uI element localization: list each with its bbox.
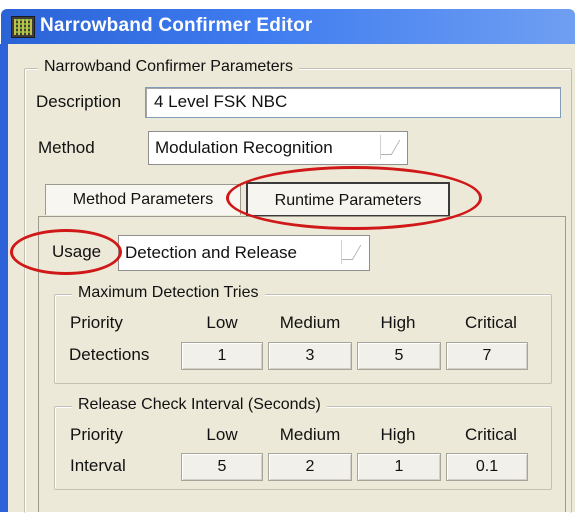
detection-high-value[interactable]: 5 [357, 342, 441, 370]
detection-critical-value[interactable]: 7 [446, 342, 528, 370]
detection-col-low: Low [206, 313, 238, 332]
detection-medium-value[interactable]: 3 [268, 342, 352, 370]
release-priority-label: Priority [70, 425, 123, 444]
window-title: Narrowband Confirmer Editor [40, 15, 313, 36]
interval-critical-value[interactable]: 0.1 [446, 453, 528, 481]
detection-priority-label: Priority [70, 313, 123, 332]
usage-dropdown-icon[interactable] [341, 240, 362, 264]
interval-high-value[interactable]: 1 [357, 453, 441, 481]
usage-label: Usage [52, 242, 102, 261]
method-select[interactable]: Modulation Recognition [148, 131, 408, 165]
release-interval-legend: Release Check Interval (Seconds) [72, 396, 327, 414]
detection-col-critical: Critical [465, 313, 517, 332]
release-col-critical: Critical [465, 425, 517, 444]
app-icon [11, 16, 35, 38]
detection-tries-legend: Maximum Detection Tries [72, 284, 265, 302]
description-field[interactable]: 4 Level FSK NBC [145, 87, 561, 118]
detection-col-high: High [380, 313, 416, 332]
interval-medium-value[interactable]: 2 [268, 453, 352, 481]
release-col-low: Low [206, 425, 238, 444]
method-label: Method [38, 138, 95, 157]
usage-select-value: Detection and Release [125, 243, 298, 262]
detection-low-value[interactable]: 1 [181, 342, 263, 370]
interval-low-value[interactable]: 5 [181, 453, 263, 481]
detection-tries-group [54, 294, 552, 384]
release-col-high: High [380, 425, 416, 444]
detection-col-medium: Medium [279, 313, 341, 332]
method-dropdown-icon[interactable] [380, 135, 401, 159]
tab-runtime-parameters[interactable]: Runtime Parameters [246, 182, 450, 217]
parameters-group-legend: Narrowband Confirmer Parameters [38, 58, 299, 76]
tab-method-parameters[interactable]: Method Parameters [45, 184, 241, 215]
method-select-value: Modulation Recognition [155, 138, 333, 157]
detections-label: Detections [69, 345, 150, 364]
description-label: Description [36, 92, 122, 111]
interval-label: Interval [70, 456, 126, 475]
window-border [0, 44, 8, 512]
release-col-medium: Medium [279, 425, 341, 444]
usage-select[interactable]: Detection and Release [118, 235, 370, 271]
